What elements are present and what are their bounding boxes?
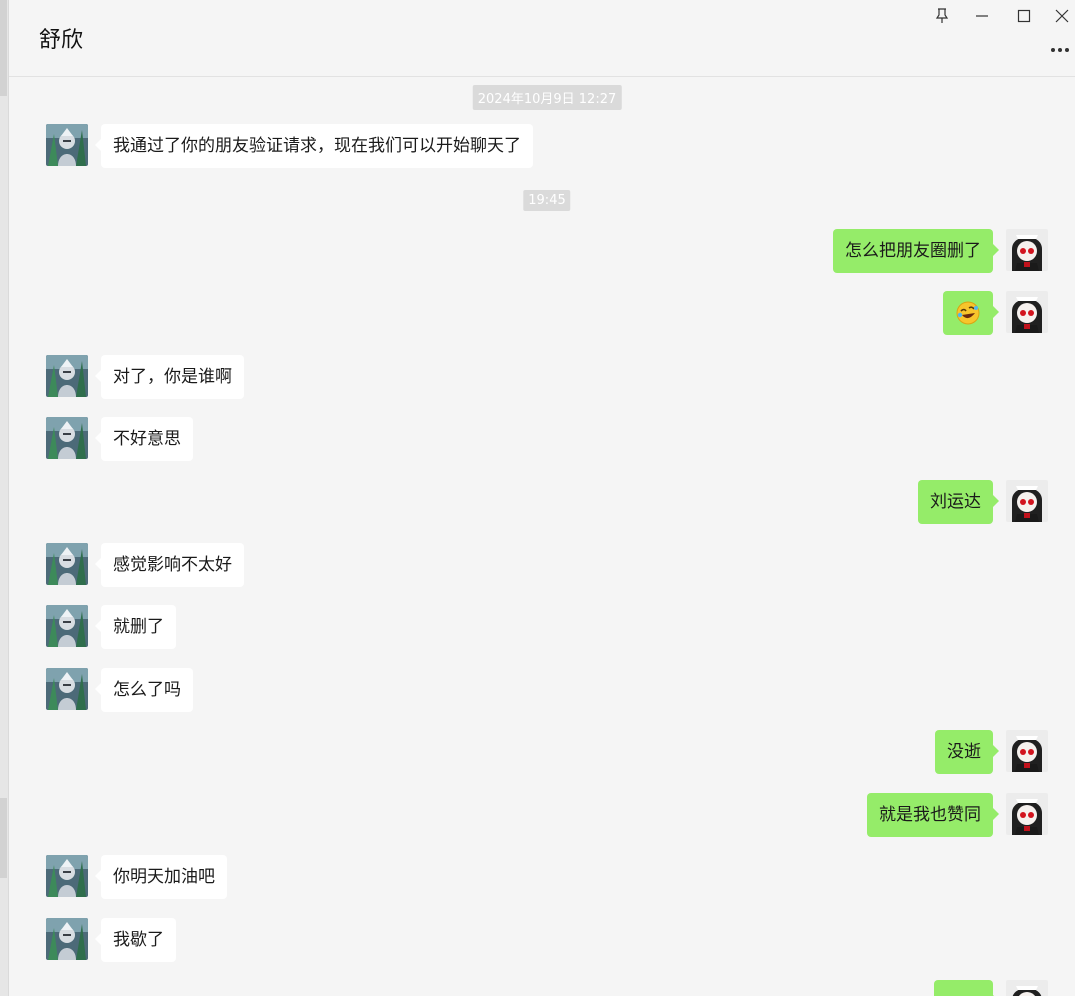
message-row — [9, 980, 1075, 996]
rolling-laughing-emoji-icon — [956, 301, 980, 325]
avatar[interactable] — [46, 124, 88, 166]
avatar[interactable] — [1006, 480, 1048, 522]
message-row: 怎么把朋友圈删了 — [9, 229, 1075, 273]
emoji-message-bubble[interactable] — [943, 291, 999, 335]
message-bubble[interactable]: 感觉影响不太好 — [95, 543, 244, 587]
message-row: 不好意思 — [9, 417, 1075, 461]
message-bubble[interactable] — [934, 980, 999, 996]
message-bubble[interactable]: 没逝 — [935, 730, 999, 774]
message-bubble[interactable]: 我歇了 — [95, 918, 176, 962]
message-row — [9, 291, 1075, 335]
message-bubble[interactable]: 怎么了吗 — [95, 668, 193, 712]
avatar[interactable] — [1006, 291, 1048, 333]
sidebar-fragment — [0, 798, 7, 878]
avatar[interactable] — [46, 918, 88, 960]
more-dots-icon[interactable] — [1047, 40, 1073, 60]
avatar[interactable] — [46, 543, 88, 585]
avatar[interactable] — [1006, 730, 1048, 772]
sidebar-fragment — [0, 0, 7, 96]
message-bubble[interactable]: 就是我也赞同 — [867, 793, 999, 837]
minimize-icon[interactable] — [969, 4, 995, 28]
contact-name: 舒欣 — [39, 28, 84, 53]
avatar[interactable] — [46, 855, 88, 897]
avatar[interactable] — [46, 605, 88, 647]
message-bubble[interactable]: 怎么把朋友圈删了 — [833, 229, 999, 273]
avatar[interactable] — [1006, 229, 1048, 271]
message-bubble[interactable]: 不好意思 — [95, 417, 193, 461]
timestamp: 2024年10月9日 12:27 — [472, 85, 622, 110]
message-bubble[interactable]: 你明天加油吧 — [95, 855, 227, 899]
message-bubble[interactable]: 就删了 — [95, 605, 176, 649]
message-row: 对了，你是谁啊 — [9, 355, 1075, 399]
message-bubble[interactable]: 刘运达 — [918, 480, 999, 524]
message-row: 感觉影响不太好 — [9, 543, 1075, 587]
message-row: 就删了 — [9, 605, 1075, 649]
timestamp: 19:45 — [523, 190, 571, 211]
message-row: 没逝 — [9, 730, 1075, 774]
pin-icon[interactable] — [929, 4, 955, 28]
message-bubble[interactable]: 我通过了你的朋友验证请求，现在我们可以开始聊天了 — [95, 124, 533, 168]
message-row: 就是我也赞同 — [9, 793, 1075, 837]
avatar[interactable] — [46, 668, 88, 710]
avatar[interactable] — [1006, 793, 1048, 835]
chat-header: 舒欣 — [9, 0, 1075, 77]
avatar[interactable] — [46, 417, 88, 459]
message-row: 怎么了吗 — [9, 668, 1075, 712]
message-bubble[interactable]: 对了，你是谁啊 — [95, 355, 244, 399]
message-row: 我通过了你的朋友验证请求，现在我们可以开始聊天了 — [9, 124, 1075, 168]
message-row: 你明天加油吧 — [9, 855, 1075, 899]
left-panel-edge — [0, 0, 9, 996]
message-row: 我歇了 — [9, 918, 1075, 962]
message-row: 刘运达 — [9, 480, 1075, 524]
message-list[interactable]: 2024年10月9日 12:27 我通过了你的朋友验证请求，现在我们可以开始聊天… — [9, 77, 1075, 996]
avatar[interactable] — [1006, 980, 1048, 996]
avatar[interactable] — [46, 355, 88, 397]
maximize-icon[interactable] — [1011, 4, 1037, 28]
close-icon[interactable] — [1049, 4, 1075, 28]
